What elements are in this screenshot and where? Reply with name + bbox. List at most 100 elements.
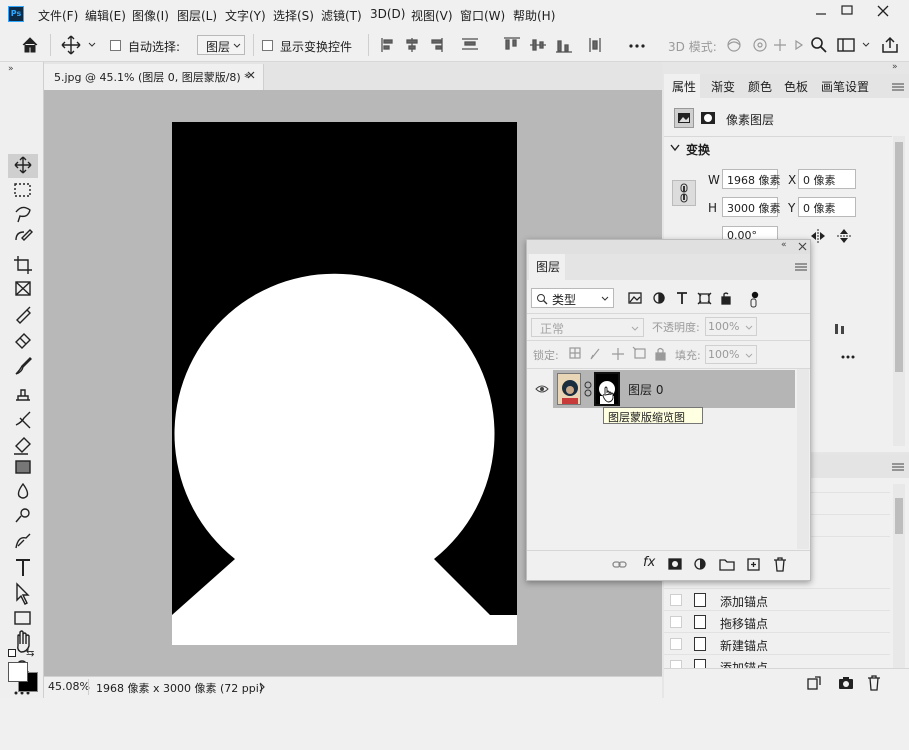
layers-panel-menu-icon[interactable]	[795, 263, 807, 271]
swap-colors-icon[interactable]: ⇆	[26, 648, 34, 659]
minimize-button[interactable]	[808, 2, 834, 20]
menu-bar: Ps 文件(F) 编辑(E) 图像(I) 图层(L) 文字(Y) 选择(S) 滤…	[0, 0, 909, 28]
search-icon[interactable]	[810, 36, 828, 54]
move-tool-preset-icon[interactable]	[60, 34, 100, 56]
close-tab-icon[interactable]	[246, 70, 256, 80]
menu-edit[interactable]: 编辑(E)	[85, 7, 126, 24]
auto-select-checkbox[interactable]	[110, 40, 121, 51]
layer-visibility-eye-icon[interactable]	[535, 384, 549, 394]
blend-mode-dropdown[interactable]: 正常	[531, 318, 644, 337]
share-icon[interactable]	[880, 35, 900, 55]
menu-file[interactable]: 文件(F)	[38, 7, 78, 24]
align-icon-partial[interactable]	[832, 322, 848, 336]
workspace-icon[interactable]	[836, 36, 872, 54]
lock-label: 锁定:	[533, 349, 559, 362]
properties-scrollbar[interactable]	[893, 136, 905, 446]
properties-subtitle: 像素图层	[726, 113, 775, 127]
foreground-color-swatch[interactable]	[8, 662, 28, 682]
show-transform-checkbox[interactable]	[262, 40, 273, 51]
history-item-label: 添加锚点	[720, 595, 769, 609]
document-tab[interactable]: 5.jpg @ 45.1% (图层 0, 图层蒙版/8) *	[44, 64, 264, 90]
panel-menu-icon[interactable]	[892, 83, 904, 91]
menu-layer[interactable]: 图层(L)	[177, 7, 217, 24]
fx-button[interactable]: fx	[643, 555, 655, 570]
history-item-label: 新建锚点	[720, 639, 769, 653]
height-field[interactable]: 3000 像素	[722, 197, 781, 217]
fill-field[interactable]: 100%	[705, 345, 757, 364]
section-collapse-icon[interactable]	[670, 144, 680, 152]
x-field[interactable]: 0 像素	[798, 169, 856, 189]
home-icon[interactable]	[20, 35, 40, 55]
menu-help[interactable]: 帮助(H)	[513, 7, 555, 24]
toolbox-icons	[14, 156, 33, 695]
opacity-label: 不透明度:	[652, 321, 700, 334]
history-item[interactable]: 添加锚点	[664, 588, 890, 610]
3d-mode-label: 3D 模式:	[668, 40, 717, 54]
tab-gradients[interactable]: 渐变	[711, 78, 735, 95]
more-properties-icon[interactable]	[840, 354, 856, 360]
mask-icon	[698, 108, 718, 128]
layer-filter-dropdown[interactable]: 类型	[531, 288, 614, 308]
maximize-button[interactable]	[834, 2, 860, 20]
close-panel-icon[interactable]	[798, 242, 807, 251]
history-item[interactable]: 添加锚点	[664, 654, 890, 668]
layer-filter-value: 类型	[552, 293, 577, 307]
collapse-panel-icon[interactable]: «	[781, 240, 787, 250]
history-scrollbar[interactable]	[893, 484, 905, 672]
blend-mode-value: 正常	[540, 322, 565, 336]
delete-state-icon[interactable]	[866, 674, 882, 692]
mask-document[interactable]	[172, 122, 517, 645]
tab-swatches[interactable]: 色板	[784, 78, 808, 95]
x-value: 0 像素	[803, 174, 836, 187]
history-item-label: 拖移锚点	[720, 617, 769, 631]
y-field[interactable]: 0 像素	[798, 197, 856, 217]
collapse-toolbox-icon[interactable]: »	[8, 64, 14, 74]
opacity-value: 100%	[708, 320, 740, 333]
menu-select[interactable]: 选择(S)	[273, 7, 314, 24]
new-document-from-state-icon[interactable]	[806, 675, 822, 691]
align-buttons-group	[378, 36, 608, 54]
auto-select-value: 图层	[206, 40, 231, 54]
layer-mask-link-icon[interactable]	[584, 381, 592, 397]
layers-scrollbar[interactable]	[797, 369, 809, 549]
status-menu-arrow-icon[interactable]	[258, 681, 266, 693]
fill-label: 填充:	[675, 349, 701, 362]
x-label: X	[788, 173, 797, 187]
menu-type[interactable]: 文字(Y)	[225, 7, 266, 24]
y-value: 0 像素	[803, 202, 836, 215]
height-label: H	[708, 201, 718, 215]
tab-brush-settings[interactable]: 画笔设置	[821, 78, 869, 95]
snapshot-camera-icon[interactable]	[838, 675, 854, 691]
pixel-layer-icon	[674, 108, 694, 128]
document-info: 1968 像素 x 3000 像素 (72 ppi)	[96, 682, 264, 695]
history-bottom-bar	[664, 668, 909, 698]
menu-3d[interactable]: 3D(D)	[370, 7, 405, 21]
close-button[interactable]	[868, 2, 898, 20]
auto-select-dropdown[interactable]: 图层	[197, 35, 245, 55]
collapse-right-panels-icon[interactable]: »	[892, 62, 898, 72]
history-item[interactable]: 拖移锚点	[664, 610, 890, 632]
menu-view[interactable]: 视图(V)	[411, 7, 453, 24]
zoom-level[interactable]: 45.08%	[48, 680, 90, 693]
flip-vertical-icon[interactable]	[836, 228, 852, 244]
history-item-label: 添加锚点	[720, 661, 769, 668]
link-dimensions-button[interactable]	[672, 180, 696, 206]
history-item[interactable]: 新建锚点	[664, 632, 890, 654]
tab-properties-label: 属性	[672, 80, 697, 94]
layer-filter-icons	[628, 291, 759, 308]
menu-image[interactable]: 图像(I)	[132, 7, 169, 24]
menu-filter[interactable]: 滤镜(T)	[321, 7, 362, 24]
history-panel-menu-icon[interactable]	[892, 463, 904, 471]
width-field[interactable]: 1968 像素	[722, 169, 781, 189]
default-colors-icon[interactable]	[8, 649, 16, 657]
opacity-field[interactable]: 100%	[705, 317, 757, 336]
more-options-icon[interactable]	[628, 43, 646, 49]
layer-thumbnail[interactable]	[557, 373, 581, 405]
layer-mask-tooltip-text: 图层蒙版缩览图	[608, 411, 685, 424]
layer-name[interactable]: 图层 0	[628, 381, 663, 398]
tab-color[interactable]: 颜色	[748, 78, 772, 95]
menu-window[interactable]: 窗口(W)	[460, 7, 505, 24]
auto-select-label: 自动选择:	[128, 40, 181, 54]
flip-horizontal-icon[interactable]	[810, 228, 826, 244]
layers-panel-header[interactable]	[527, 240, 810, 254]
